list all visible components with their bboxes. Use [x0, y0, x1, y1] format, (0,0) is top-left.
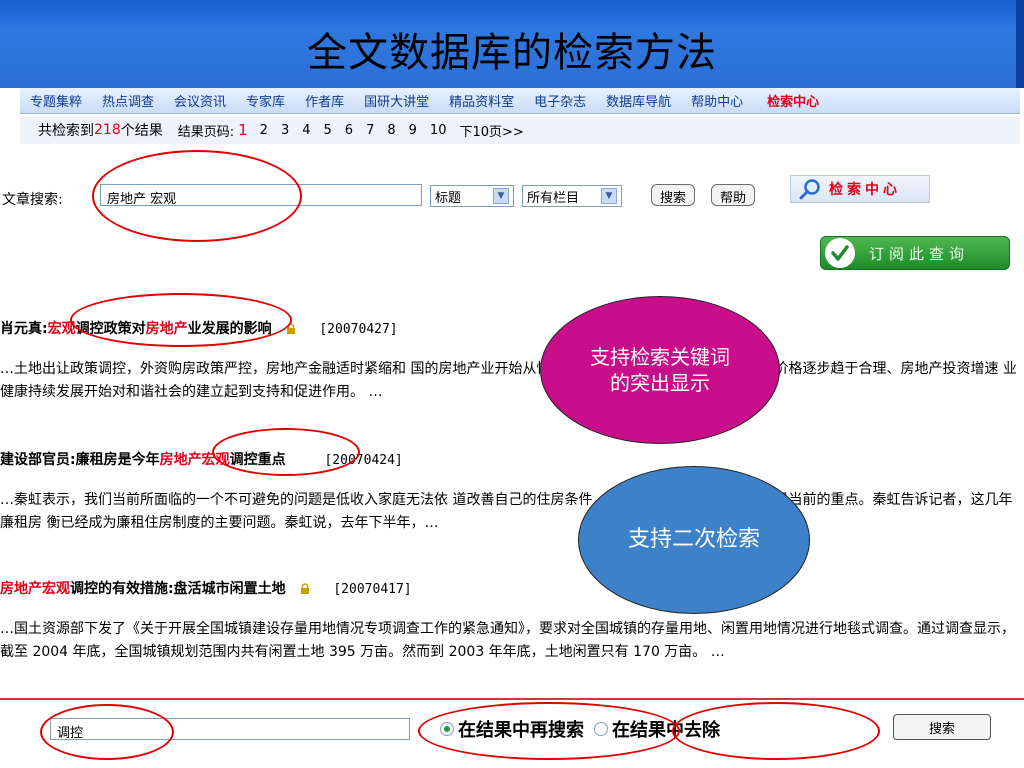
article-date: [20070427]	[319, 322, 398, 337]
title-band-edge	[1016, 0, 1024, 88]
page-link[interactable]: 2	[260, 123, 268, 138]
lock-icon	[301, 583, 310, 594]
search-center-label: 检索中心	[829, 182, 901, 198]
title-highlight: 房地产	[145, 321, 188, 337]
search-label: 文章搜索:	[2, 192, 63, 208]
title-text: 建设部官员:廉租房是今年	[0, 452, 160, 468]
search-input[interactable]: 房地产 宏观	[100, 184, 422, 207]
nav-item-db-nav[interactable]: 数据库导航	[606, 91, 671, 110]
section-divider	[0, 698, 1024, 700]
chevron-down-icon: ▼	[601, 188, 617, 204]
callout-highlight-feature: 支持检索关键词的突出显示	[540, 296, 780, 444]
article-title-link[interactable]: 肖元真:宏观调控政策对房地产业发展的影响 [20070427]	[0, 318, 398, 338]
article-date: [20070417]	[333, 582, 412, 597]
title-highlight: 房地产宏观	[0, 581, 70, 597]
nav-item-hot-survey[interactable]: 热点调查	[102, 91, 154, 110]
nav-item-search-center[interactable]: 检索中心	[767, 91, 819, 110]
help-button[interactable]: 帮助	[711, 184, 756, 206]
radio-search-within-label: 在结果中再搜索	[458, 720, 584, 741]
title-highlight: 房地产宏观	[159, 452, 230, 468]
title-text: 业发展的影响	[187, 321, 272, 337]
column-select-value: 所有栏目	[527, 190, 580, 206]
page-link[interactable]: 5	[324, 123, 332, 138]
search-center-link[interactable]: 检索中心	[790, 175, 930, 203]
field-select[interactable]: 标题 ▼	[430, 185, 514, 207]
article-snippet: …秦虹表示，我们当前所面临的一个不可避免的问题是低收入家庭无法依 道改善自己的住…	[0, 492, 1013, 531]
nav-item-emagazine[interactable]: 电子杂志	[534, 91, 586, 110]
nav-item-topics[interactable]: 专题集粹	[30, 91, 82, 110]
results-count: 218	[94, 122, 121, 138]
field-select-value: 标题	[435, 190, 462, 206]
article-title-link[interactable]: 房地产宏观调控的有效措施:盘活城市闲置土地 [20070417]	[0, 578, 412, 598]
chevron-down-icon: ▼	[493, 188, 509, 204]
nav-item-experts[interactable]: 专家库	[246, 91, 285, 110]
title-text: 调控政策对	[75, 321, 146, 337]
results-suffix: 个结果	[120, 123, 163, 139]
article-title-link[interactable]: 建设部官员:廉租房是今年房地产宏观调控重点 [20070424]	[0, 449, 403, 469]
current-page: 1	[238, 121, 248, 139]
lock-icon	[287, 323, 296, 334]
top-nav-bar: 专题集粹 热点调查 会议资讯 专家库 作者库 国研大讲堂 精品资料室 电子杂志 …	[20, 88, 1020, 114]
secondary-search-options: 在结果中再搜索 在结果中去除	[440, 716, 720, 742]
title-text: 调控重点	[229, 452, 286, 468]
callout-secondary-text: 支持二次检索	[627, 527, 760, 552]
slide-title: 全文数据库的检索方法	[307, 30, 717, 76]
radio-exclude[interactable]	[594, 722, 608, 736]
nav-item-premium[interactable]: 精品资料室	[449, 91, 514, 110]
page-link[interactable]: 10	[430, 123, 447, 138]
article-date: [20070424]	[324, 453, 403, 468]
callout-highlight-text: 支持检索关键词的突出显示	[590, 345, 730, 395]
nav-item-lectures[interactable]: 国研大讲堂	[364, 91, 429, 110]
page-link[interactable]: 9	[409, 123, 417, 138]
article-snippet: …土地出让政策调控，外资购房政策严控，房地产金融适时紧缩和 国的房地产业开始从快…	[0, 361, 1017, 400]
subscribe-query-button[interactable]: 订阅此查询	[820, 236, 1010, 270]
radio-exclude-label: 在结果中去除	[612, 720, 720, 741]
next-10-pages-link[interactable]: 下10页>>	[459, 121, 523, 140]
title-highlight: 宏观	[47, 321, 76, 337]
nav-item-authors[interactable]: 作者库	[305, 91, 344, 110]
nav-item-conference[interactable]: 会议资讯	[174, 91, 226, 110]
magnifier-icon	[799, 179, 820, 200]
results-summary-bar: 共检索到 218 个结果 结果页码: 1 2 3 4 5 6 7 8 9 10 …	[20, 116, 1020, 144]
page-link[interactable]: 3	[281, 123, 289, 138]
radio-search-within[interactable]	[440, 722, 454, 736]
page-link[interactable]: 4	[302, 123, 310, 138]
page-link[interactable]: 8	[387, 123, 395, 138]
radio-selected-dot	[444, 726, 450, 732]
subscribe-label: 订阅此查询	[869, 244, 970, 263]
slide-title-band: 全文数据库的检索方法	[0, 0, 1024, 88]
nav-item-help[interactable]: 帮助中心	[691, 91, 743, 110]
title-text: 调控的有效措施:盘活城市闲置土地	[70, 581, 286, 597]
page-link[interactable]: 7	[366, 123, 374, 138]
page-label: 结果页码:	[177, 124, 235, 140]
results-prefix: 共检索到	[38, 123, 94, 139]
checkmark-icon	[825, 238, 855, 268]
article-snippet: …国土资源部下发了《关于开展全国城镇建设存量用地情况专项调查工作的紧急通知》，要…	[0, 621, 1015, 660]
callout-secondary-search: 支持二次检索	[578, 466, 810, 614]
column-select[interactable]: 所有栏目 ▼	[522, 185, 622, 207]
secondary-search-button[interactable]: 搜索	[893, 714, 991, 740]
title-text: 肖元真:	[0, 321, 48, 337]
page-link[interactable]: 6	[345, 123, 353, 138]
search-button[interactable]: 搜索	[651, 184, 696, 206]
secondary-search-input[interactable]: 调控	[50, 718, 410, 741]
